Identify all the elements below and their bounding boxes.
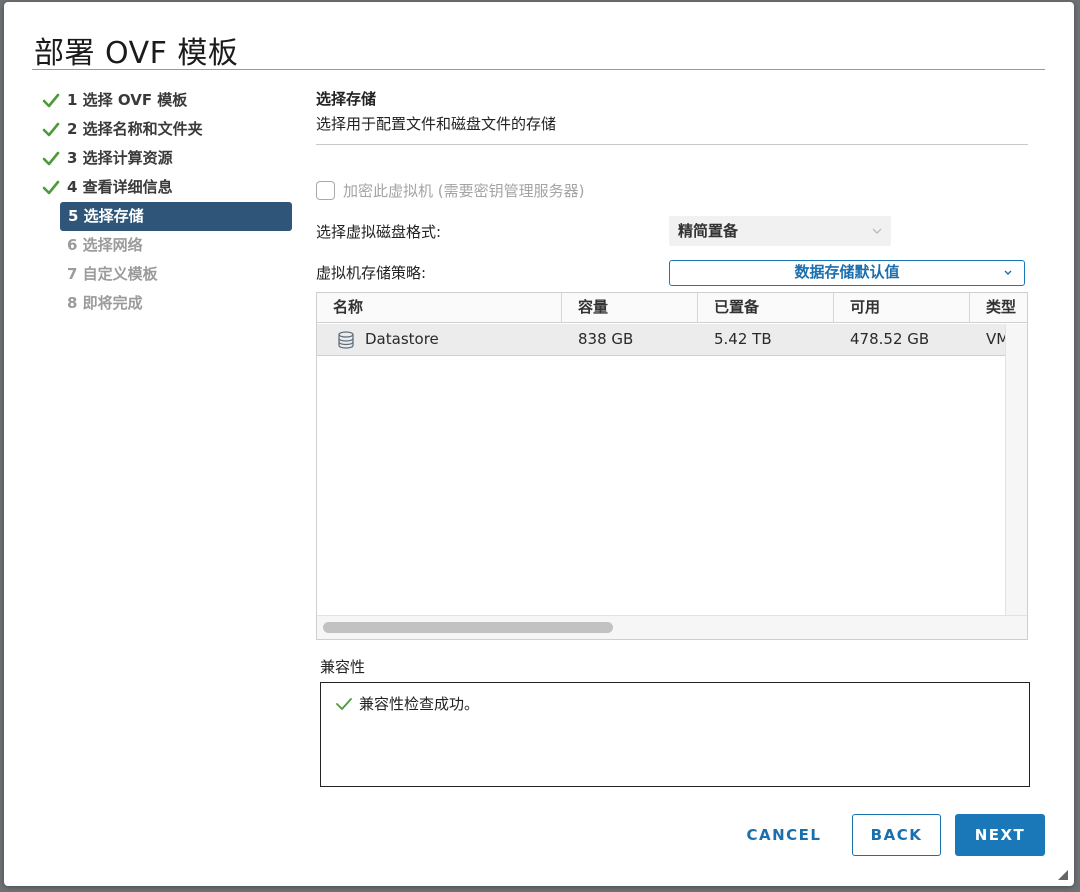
chevron-down-icon xyxy=(1004,270,1012,275)
cell-capacity: 838 GB xyxy=(578,330,634,348)
chevron-down-icon xyxy=(872,228,882,234)
horizontal-scroll-thumb[interactable] xyxy=(323,622,613,633)
check-icon xyxy=(42,122,60,137)
cancel-button[interactable]: CANCEL xyxy=(734,814,834,856)
cell-name: Datastore xyxy=(365,330,439,348)
compatibility-label: 兼容性 xyxy=(320,658,366,676)
datastore-table: 名称 容量 已置备 可用 类型 Datastore 838 GB 5.42 TB… xyxy=(316,292,1028,640)
step-2[interactable]: 2 选择名称和文件夹 xyxy=(40,115,300,144)
horizontal-scrollbar[interactable] xyxy=(317,615,1027,639)
resize-grip-icon[interactable] xyxy=(1058,870,1068,880)
compatibility-box: 兼容性检查成功。 xyxy=(320,682,1030,787)
title-divider xyxy=(32,69,1045,70)
step-label: 5 选择存储 xyxy=(68,207,144,225)
step-6: 6 选择网络 xyxy=(40,231,300,260)
compatibility-message-text: 兼容性检查成功。 xyxy=(359,695,480,713)
storage-policy-label: 虚拟机存储策略: xyxy=(316,264,427,282)
step-label: 8 即将完成 xyxy=(67,294,143,312)
step-5-active[interactable]: 5 选择存储 xyxy=(60,202,292,231)
deploy-ovf-dialog: 部署 OVF 模板 1 选择 OVF 模板 2 选择名称和文件夹 3 选择计算资… xyxy=(4,2,1074,886)
back-button[interactable]: BACK xyxy=(852,814,941,856)
compatibility-message: 兼容性检查成功。 xyxy=(335,693,479,714)
step-1[interactable]: 1 选择 OVF 模板 xyxy=(40,86,300,115)
dialog-title: 部署 OVF 模板 xyxy=(34,36,239,71)
step-4[interactable]: 4 查看详细信息 xyxy=(40,173,300,202)
vertical-scrollbar[interactable] xyxy=(1005,324,1027,616)
check-icon xyxy=(336,697,352,710)
step-label: 6 选择网络 xyxy=(67,236,143,254)
check-icon xyxy=(42,151,60,166)
column-header-free[interactable]: 可用 xyxy=(834,293,970,323)
disk-format-select[interactable]: 精简置备 xyxy=(669,216,891,246)
disk-format-value: 精简置备 xyxy=(678,222,739,240)
table-header: 名称 容量 已置备 可用 类型 xyxy=(317,293,1027,323)
wizard-steps: 1 选择 OVF 模板 2 选择名称和文件夹 3 选择计算资源 4 查看详细信息… xyxy=(40,86,300,318)
step-label: 7 自定义模板 xyxy=(67,265,158,283)
table-row[interactable]: Datastore 838 GB 5.42 TB 478.52 GB VM xyxy=(317,324,1005,356)
dialog-footer: CANCEL BACK NEXT xyxy=(4,810,1074,858)
column-header-provisioned[interactable]: 已置备 xyxy=(698,293,834,323)
step-3[interactable]: 3 选择计算资源 xyxy=(40,144,300,173)
next-button[interactable]: NEXT xyxy=(955,814,1045,856)
step-8: 8 即将完成 xyxy=(40,289,300,318)
step-label: 1 选择 OVF 模板 xyxy=(67,91,188,109)
cell-type: VM xyxy=(986,330,1005,348)
step-7: 7 自定义模板 xyxy=(40,260,300,289)
column-header-capacity[interactable]: 容量 xyxy=(562,293,698,323)
section-divider xyxy=(316,144,1028,145)
encrypt-checkbox[interactable] xyxy=(316,180,335,200)
step-label: 2 选择名称和文件夹 xyxy=(67,120,203,138)
section-title: 选择存储 xyxy=(316,90,377,108)
check-icon xyxy=(42,93,60,108)
column-header-type[interactable]: 类型 xyxy=(970,293,1027,323)
step-label: 3 选择计算资源 xyxy=(67,149,173,167)
section-subtitle: 选择用于配置文件和磁盘文件的存储 xyxy=(316,115,557,133)
encrypt-label: 加密此虚拟机 (需要密钥管理服务器) xyxy=(343,181,585,200)
check-icon xyxy=(42,180,60,195)
step-label: 4 查看详细信息 xyxy=(67,178,173,196)
storage-panel: 选择存储 选择用于配置文件和磁盘文件的存储 加密此虚拟机 (需要密钥管理服务器)… xyxy=(316,86,1030,787)
storage-policy-value: 数据存储默认值 xyxy=(794,263,900,281)
cell-provisioned: 5.42 TB xyxy=(714,330,772,348)
column-header-name[interactable]: 名称 xyxy=(317,293,562,323)
cell-free: 478.52 GB xyxy=(850,330,930,348)
storage-policy-select[interactable]: 数据存储默认值 xyxy=(669,260,1025,286)
disk-format-label: 选择虚拟磁盘格式: xyxy=(316,223,442,241)
encrypt-vm-option: 加密此虚拟机 (需要密钥管理服务器) xyxy=(316,179,584,201)
